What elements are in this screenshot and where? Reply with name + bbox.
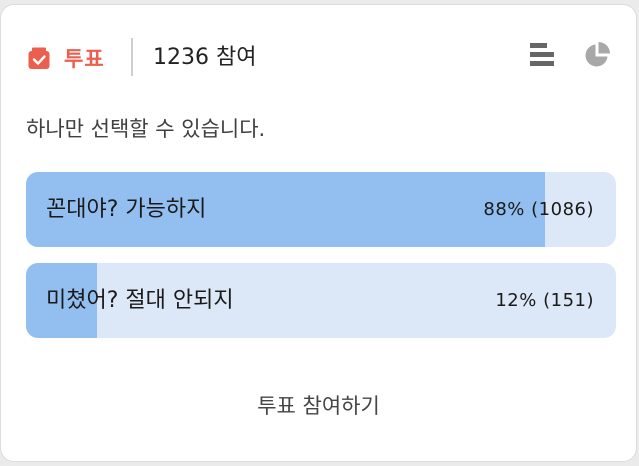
option-label: 꼰대야? 가능하지: [46, 197, 207, 222]
header-divider: [131, 38, 133, 76]
option-result: 12% (151): [495, 290, 594, 311]
vote-submit-button[interactable]: 투표 참여하기: [1, 388, 636, 424]
list-icon: [529, 42, 555, 72]
poll-header: 투표 1236 참여: [1, 5, 636, 101]
poll-instruction: 하나만 선택할 수 있습니다.: [26, 117, 266, 141]
poll-option[interactable]: 미쳤어? 절대 안되지 12% (151): [26, 263, 616, 338]
vote-tag: 투표: [27, 43, 105, 73]
option-result: 88% (1086): [483, 199, 594, 220]
chart-view-button[interactable]: [581, 41, 613, 73]
list-view-button[interactable]: [526, 41, 558, 73]
ballot-box-icon: [27, 46, 51, 70]
poll-option[interactable]: 꼰대야? 가능하지 88% (1086): [26, 172, 616, 247]
poll-card: 투표 1236 참여 하나만 선택할 수 있습니다. 꼰대야? 가능하지 88%…: [0, 4, 637, 462]
participant-count: 1236 참여: [153, 45, 257, 70]
option-label: 미쳤어? 절대 안되지: [46, 288, 234, 313]
pie-chart-icon: [583, 41, 611, 73]
vote-label: 투표: [64, 47, 105, 71]
